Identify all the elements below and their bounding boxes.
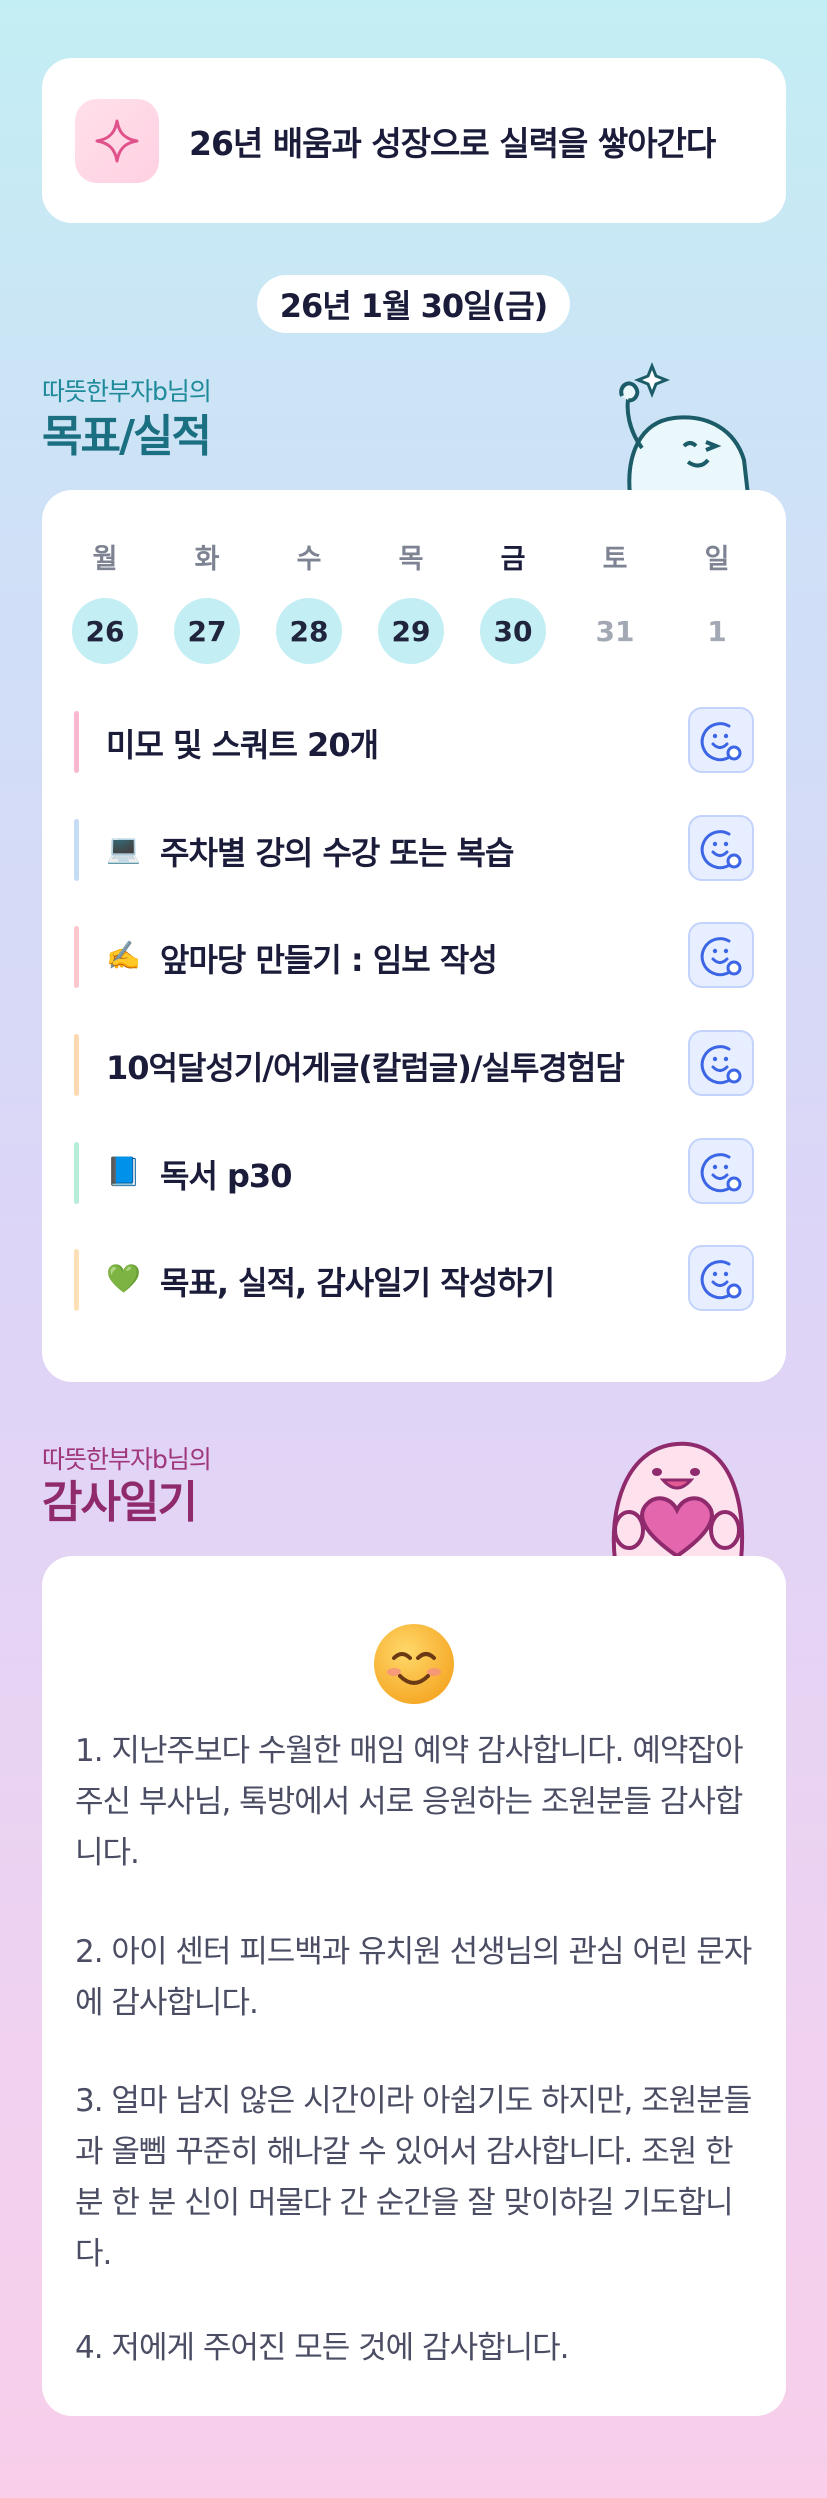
smiling-face-icon — [374, 1624, 454, 1704]
goal-text: 독서 p30 — [160, 1157, 292, 1195]
reaction-button[interactable] — [688, 815, 754, 881]
motto-text: 26년 배움과 성장으로 실력을 쌓아간다 — [189, 123, 716, 163]
goal-item[interactable]: 💚 목표, 실적, 감사일기 작성하기 — [74, 1245, 754, 1311]
goal-text: 주차별 강의 수강 또는 복습 — [160, 834, 514, 872]
goal-item[interactable]: 📘 독서 p30 — [74, 1138, 754, 1204]
goal-color-bar — [74, 711, 79, 773]
goal-color-bar — [74, 1034, 79, 1096]
day-number: 31 — [595, 614, 635, 648]
day-wed[interactable]: 수 28 — [276, 540, 342, 664]
reaction-button[interactable] — [688, 707, 754, 773]
reaction-button[interactable] — [688, 1138, 754, 1204]
book-icon: 📘 — [106, 1155, 141, 1188]
day-number: 28 — [276, 598, 342, 664]
writing-hand-icon: ✍️ — [106, 939, 141, 972]
heart-hugging-mascot-icon — [611, 1441, 745, 1560]
day-number: 30 — [480, 598, 546, 664]
goal-item[interactable]: ✍️ 앞마당 만들기 : 임보 작성 — [74, 922, 754, 988]
day-number: 1 — [707, 614, 727, 648]
sparkle-icon — [75, 98, 159, 183]
day-sun[interactable]: 일 1 — [684, 540, 750, 664]
day-label: 금 — [500, 544, 526, 575]
gratitude-entry: 4. 저에게 주어진 모든 것에 감사합니다. — [75, 2330, 570, 2366]
gratitude-entry: 3. 얼마 남지 않은 시간이라 아쉽기도 하지만, 조원분들과 올뻼 꾸준히 … — [75, 2083, 752, 2272]
smile-plus-icon — [700, 830, 742, 870]
day-number: 27 — [174, 598, 240, 664]
motto-card: 26년 배움과 성장으로 실력을 쌓아간다 — [42, 58, 786, 223]
goal-text: 10억달성기/어게글(칼럼글)/실투경험담 — [106, 1049, 625, 1087]
day-label: 수 — [296, 544, 322, 575]
day-label: 토 — [602, 544, 628, 575]
reaction-button[interactable] — [688, 1245, 754, 1311]
gratitude-card: 1. 지난주보다 수월한 매임 예약 감사합니다. 예약잡아주신 부사님, 톡방… — [42, 1556, 786, 2416]
cheering-mascot-icon — [619, 361, 750, 495]
laptop-icon: 💻 — [106, 832, 141, 865]
goal-item[interactable]: 10억달성기/어게글(칼럼글)/실투경험담 — [74, 1030, 754, 1096]
goal-color-bar — [74, 926, 79, 988]
goal-text: 목표, 실적, 감사일기 작성하기 — [160, 1264, 555, 1302]
day-number: 29 — [378, 598, 444, 664]
goal-text: 미모 및 스쿼트 20개 — [106, 726, 379, 764]
day-label: 월 — [92, 544, 118, 575]
gratitude-entry: 1. 지난주보다 수월한 매임 예약 감사합니다. 예약잡아주신 부사님, 톡방… — [75, 1733, 743, 1871]
day-tue[interactable]: 화 27 — [174, 540, 240, 664]
day-thu[interactable]: 목 29 — [378, 540, 444, 664]
day-number: 26 — [72, 598, 138, 664]
goal-item[interactable]: 💻 주차별 강의 수강 또는 복습 — [74, 815, 754, 881]
day-sat[interactable]: 토 31 — [582, 540, 648, 664]
smile-plus-icon — [700, 937, 742, 977]
day-label: 일 — [704, 544, 730, 575]
day-fri[interactable]: 금 30 — [480, 540, 546, 664]
smile-plus-icon — [700, 1153, 742, 1193]
reaction-button[interactable] — [688, 922, 754, 988]
green-heart-icon: 💚 — [106, 1262, 141, 1295]
day-mon[interactable]: 월 26 — [72, 540, 138, 664]
goals-card: 월 26 화 27 수 28 목 29 금 30 토 31 일 1 미모 및 스… — [42, 490, 786, 1382]
smile-plus-icon — [700, 722, 742, 762]
gratitude-title: 감사일기 — [42, 1477, 198, 1528]
day-label: 목 — [398, 544, 424, 575]
goal-text: 앞마당 만들기 : 임보 작성 — [160, 941, 498, 979]
goal-item[interactable]: 미모 및 스쿼트 20개 — [74, 707, 754, 773]
smile-plus-icon — [700, 1045, 742, 1085]
date-label[interactable]: 26년 1월 30일(금) — [257, 275, 570, 333]
goal-color-bar — [74, 819, 79, 881]
reaction-button[interactable] — [688, 1030, 754, 1096]
day-label: 화 — [194, 544, 220, 575]
gratitude-entry: 2. 아이 센터 피드백과 유치원 선생님의 관심 어린 문자에 감사합니다. — [75, 1934, 752, 2021]
goal-color-bar — [74, 1249, 79, 1311]
smile-plus-icon — [700, 1260, 742, 1300]
goal-color-bar — [74, 1142, 79, 1204]
goals-title: 목표/실적 — [42, 411, 212, 462]
